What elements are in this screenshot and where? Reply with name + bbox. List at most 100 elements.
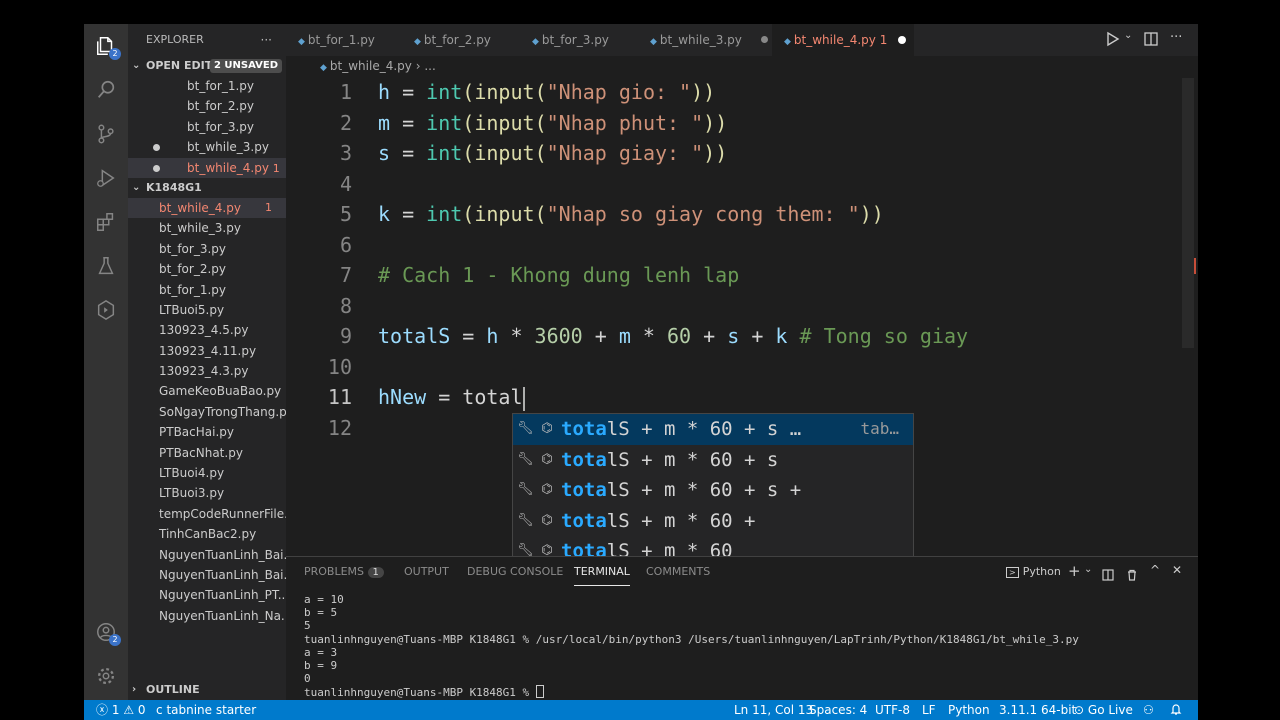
terminal-shell-selector[interactable]: > Python	[1006, 565, 1061, 578]
close-icon[interactable]: ✕	[1172, 563, 1182, 577]
file-tree-item[interactable]: 130923_4.11.py	[128, 341, 286, 361]
folder-section[interactable]: ⌄ K1848G1	[128, 178, 286, 198]
encoding-status[interactable]: UTF-8	[875, 700, 910, 720]
file-tree-item[interactable]: bt_while_4.py 1	[128, 197, 286, 219]
file-tree-item[interactable]: tempCodeRunnerFile....	[128, 504, 286, 524]
split-terminal-icon[interactable]	[1102, 566, 1114, 585]
indentation-status[interactable]: Spaces: 4	[809, 700, 867, 720]
suggestion-item[interactable]: 🔧︎ ⌬ totalS + m * 60 +	[513, 506, 913, 537]
terminal-line: 0	[304, 672, 1079, 685]
suggestion-item[interactable]: 🔧︎ ⌬ totalS + m * 60 + s … tab…	[513, 414, 913, 445]
eol-status[interactable]: LF	[922, 700, 936, 720]
file-tree-item[interactable]: GameKeoBuaBao.py	[128, 381, 286, 401]
tab-terminal[interactable]: TERMINAL	[574, 557, 630, 586]
notifications-bell-icon[interactable]	[1170, 700, 1182, 720]
breadcrumb-symbol[interactable]: › ...	[416, 59, 436, 73]
tab-problems[interactable]: PROBLEMS 1	[304, 557, 384, 587]
account-icon[interactable]: 2	[84, 612, 128, 652]
unsaved-dot-icon[interactable]	[153, 164, 160, 172]
open-editor-item[interactable]: bt_while_3.py	[128, 137, 286, 157]
breadcrumb-file[interactable]: bt_while_4.py	[330, 59, 412, 73]
suggestion-text: totalS + m * 60 + s +	[561, 475, 801, 506]
maximize-panel-icon[interactable]: ^	[1150, 563, 1160, 577]
problems-status[interactable]: ⓧ 1 ⚠ 0	[96, 700, 146, 720]
tab-bt-while-4[interactable]: ◆ bt_while_4.py 1	[772, 24, 914, 56]
interpreter-status[interactable]: 3.11.1 64-bit	[999, 700, 1076, 720]
open-editors-section[interactable]: ⌄ OPEN EDIT... 2 UNSAVED	[128, 56, 286, 76]
open-editor-item-active[interactable]: bt_while_4.py 1	[128, 157, 286, 178]
tab-bt-for-3[interactable]: ◆ bt_for_3.py	[520, 24, 638, 56]
chevron-down-icon[interactable]: ⌄	[1084, 564, 1092, 575]
line-number-text: 4	[339, 171, 352, 196]
more-actions-icon[interactable]: ···	[261, 24, 272, 56]
file-tree-item[interactable]: bt_for_2.py	[128, 259, 286, 279]
folder-file-list: bt_while_4.py 1 bt_while_3.py bt_for_3.py bt…	[128, 197, 286, 626]
file-tree-item[interactable]: SoNgayTrongThang.py	[128, 402, 286, 422]
file-name: NguyenTuanLinh_Na...	[159, 608, 286, 623]
unsaved-dot-icon[interactable]	[153, 144, 160, 152]
source-control-icon[interactable]	[84, 114, 128, 154]
remote-explorer-icon[interactable]	[84, 290, 128, 330]
open-editor-item[interactable]: bt_for_1.py	[128, 76, 286, 96]
run-debug-icon[interactable]	[84, 158, 128, 198]
line-number-text: 12	[327, 415, 352, 440]
unsaved-dot-icon[interactable]	[761, 36, 768, 43]
open-editor-item[interactable]: bt_for_2.py	[128, 96, 286, 116]
split-editor-icon[interactable]	[1144, 32, 1158, 49]
file-tree-item[interactable]: LTBuoi5.py	[128, 300, 286, 320]
file-tree-item[interactable]: bt_for_1.py	[128, 280, 286, 300]
file-tree-item[interactable]: 130923_4.3.py	[128, 361, 286, 381]
file-name: bt_for_2.py	[187, 99, 254, 114]
gear-icon[interactable]	[84, 656, 128, 696]
tab-bt-for-2[interactable]: ◆ bt_for_2.py	[402, 24, 520, 56]
activity-bar: 2 2	[84, 24, 128, 700]
tab-comments[interactable]: COMMENTS	[646, 557, 710, 587]
tab-debug-console[interactable]: DEBUG CONSOLE	[467, 557, 563, 587]
more-actions-icon[interactable]: ···	[1170, 30, 1182, 45]
go-live-button[interactable]: ⊙ Go Live	[1074, 700, 1133, 720]
unsaved-badge: 2 UNSAVED	[209, 59, 282, 73]
file-name: LTBuoi5.py	[159, 302, 225, 317]
suggestion-item[interactable]: 🔧︎ ⌬ totalS + m * 60 + s +	[513, 475, 913, 506]
tab-output[interactable]: OUTPUT	[404, 557, 449, 587]
unsaved-dot-icon[interactable]	[898, 36, 906, 44]
extensions-icon[interactable]	[84, 202, 128, 242]
file-tree-item[interactable]: bt_for_3.py	[128, 239, 286, 259]
file-tree-item[interactable]: 130923_4.5.py	[128, 320, 286, 340]
tab-label: PROBLEMS	[304, 565, 365, 578]
file-tree-item[interactable]: NguyenTuanLinh_Bai...	[128, 565, 286, 585]
file-tree-item[interactable]: PTBacHai.py	[128, 422, 286, 442]
file-tree-item[interactable]: PTBacNhat.py	[128, 443, 286, 463]
folder-label: K1848G1	[146, 180, 202, 194]
language-mode[interactable]: Python	[948, 700, 990, 720]
terminal-output[interactable]: a = 10 b = 5 5 tuanlinhnguyen@Tuans-MBP K18…	[304, 593, 1079, 700]
file-tree-item[interactable]: NguyenTuanLinh_PT...	[128, 585, 286, 605]
feedback-icon[interactable]: ⚇	[1143, 700, 1154, 720]
run-icon[interactable]	[1106, 31, 1120, 50]
file-tree-item[interactable]: NguyenTuanLinh_Na...	[128, 606, 286, 626]
file-tree-item[interactable]: bt_while_3.py	[128, 218, 286, 238]
open-editor-item[interactable]: bt_for_3.py	[128, 117, 286, 137]
testing-flask-icon[interactable]	[84, 246, 128, 286]
tabnine-status[interactable]: c tabnine starter	[156, 700, 256, 720]
trash-icon[interactable]	[1126, 566, 1138, 585]
file-tree-item[interactable]: LTBuoi3.py	[128, 483, 286, 503]
outline-section[interactable]: › OUTLINE	[128, 680, 286, 700]
cursor-position[interactable]: Ln 11, Col 13	[734, 700, 813, 720]
tab-bt-for-1[interactable]: ◆ bt_for_1.py	[286, 24, 402, 56]
suggestion-item[interactable]: 🔧︎ ⌬ totalS + m * 60 + s	[513, 445, 913, 476]
search-icon[interactable]	[84, 70, 128, 110]
file-name: 130923_4.11.py	[159, 343, 257, 358]
terminal-line-text: a = 10	[304, 593, 344, 606]
file-tree-item[interactable]: TinhCanBac2.py	[128, 524, 286, 544]
file-tree-item[interactable]: LTBuoi4.py	[128, 463, 286, 483]
minimap-slider[interactable]	[1182, 78, 1194, 348]
explorer-icon[interactable]: 2	[84, 26, 128, 66]
run-dropdown-icon[interactable]: ⌄	[1124, 30, 1132, 41]
file-tree-item[interactable]: NguyenTuanLinh_Bai...	[128, 545, 286, 565]
tab-bt-while-3[interactable]: ◆ bt_while_3.py	[638, 24, 768, 56]
file-name: bt_while_4.py	[159, 200, 241, 215]
python-file-icon: ◆	[532, 37, 539, 47]
minimap[interactable]	[1182, 76, 1196, 556]
new-terminal-icon[interactable]: +	[1068, 562, 1081, 580]
